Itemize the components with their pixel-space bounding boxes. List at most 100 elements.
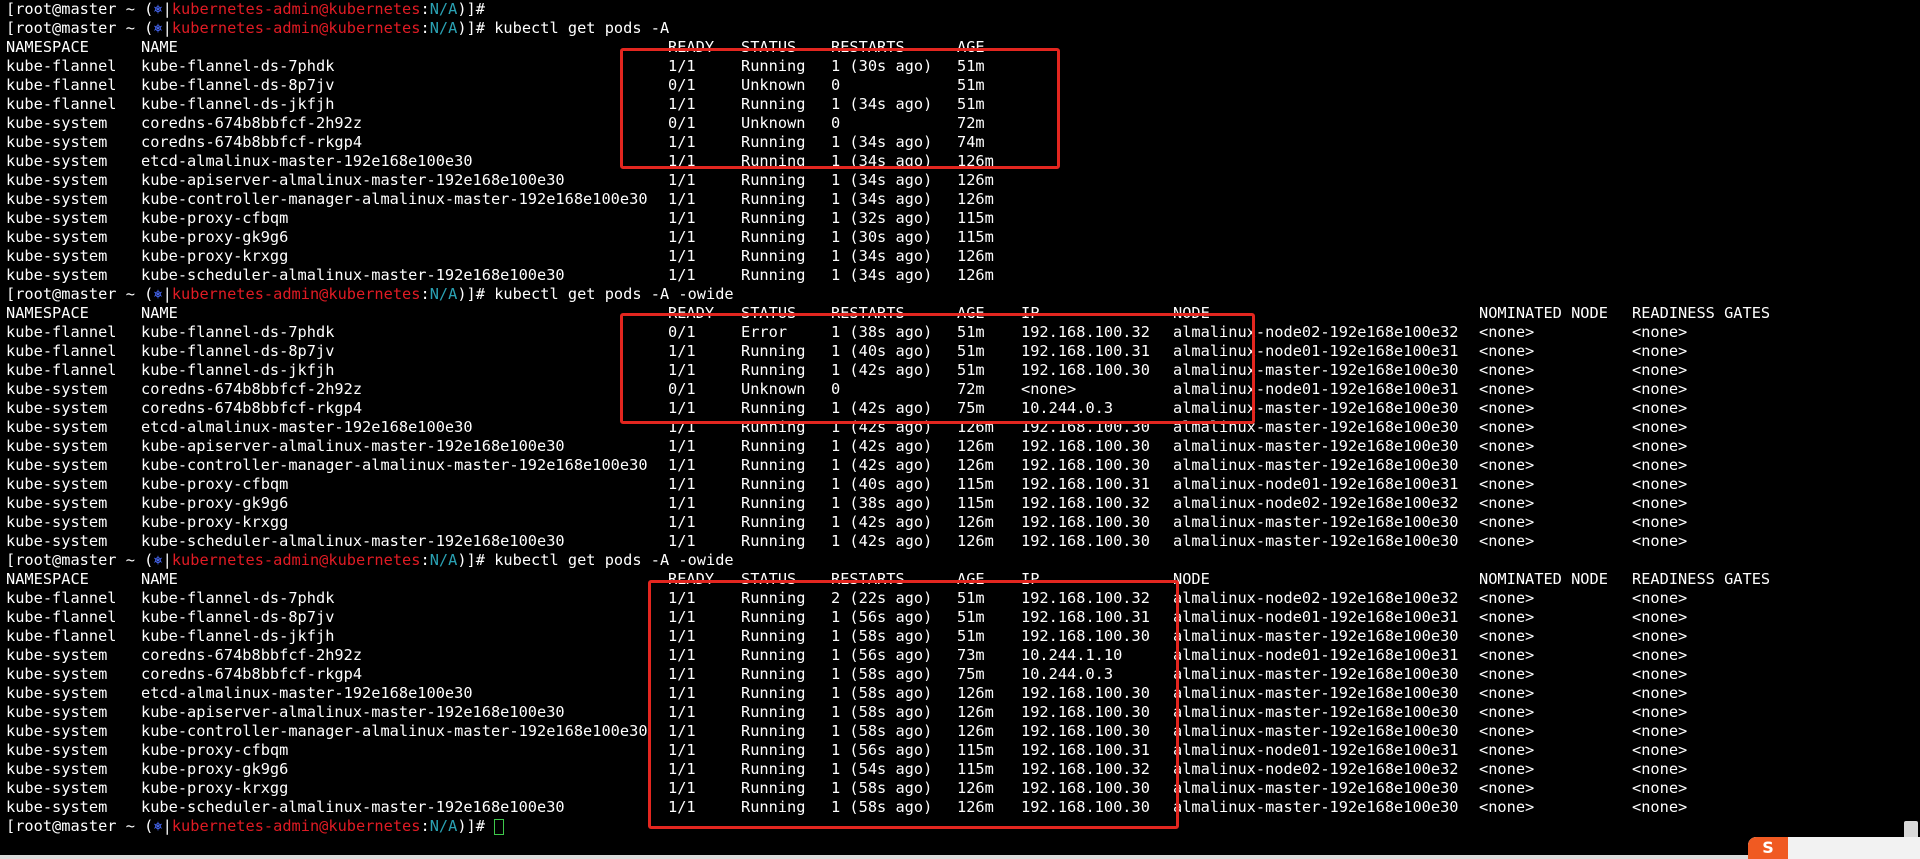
header-namespace: NAMESPACE	[6, 570, 89, 588]
cell-status: Running	[741, 513, 806, 531]
cell-name: kube-flannel-ds-jkfjh	[141, 95, 335, 113]
cell-name: etcd-almalinux-master-192e168e100e30	[141, 152, 473, 170]
cell-namespace: kube-system	[6, 399, 108, 417]
cell-ip: 192.168.100.31	[1021, 608, 1150, 626]
table-row: kube-system etcd-almalinux-master-192e168…	[6, 684, 1900, 703]
cell-status: Running	[741, 741, 806, 759]
cell-ready: 1/1	[668, 494, 696, 512]
cell-readiness-gates: <none>	[1632, 779, 1688, 797]
terminal-window[interactable]: [root@master ~ (⎈ | kubernetes-admin@kuber…	[0, 0, 1900, 859]
cell-ready: 1/1	[668, 475, 696, 493]
cell-name: kube-flannel-ds-8p7jv	[141, 342, 335, 360]
cell-readiness-gates: <none>	[1632, 627, 1688, 645]
cell-name: kube-scheduler-almalinux-master-192e168e…	[141, 532, 565, 550]
cell-readiness-gates: <none>	[1632, 513, 1688, 531]
sogou-ime-icon[interactable]: S	[1748, 837, 1788, 859]
prompt-user-host: [root@master ~	[6, 817, 145, 835]
cell-namespace: kube-system	[6, 532, 108, 550]
cell-node: almalinux-master-192e168e100e30	[1173, 665, 1459, 683]
table-row: kube-system kube-proxy-gk9g6 1/1 Running 1 (…	[6, 228, 1900, 247]
cell-status: Running	[741, 456, 806, 474]
vertical-scrollbar[interactable]	[1900, 0, 1920, 859]
cell-name: kube-proxy-gk9g6	[141, 228, 289, 246]
prompt-kube-context: kubernetes-admin@kubernetes	[171, 285, 421, 303]
cell-age: 51m	[957, 57, 985, 75]
cell-status: Running	[741, 228, 806, 246]
cell-ready: 1/1	[668, 57, 696, 75]
cell-nominated-node: <none>	[1479, 418, 1535, 436]
terminal-cursor[interactable]	[494, 818, 505, 835]
cell-restarts: 1 (38s ago)	[831, 323, 933, 341]
cell-status: Running	[741, 627, 806, 645]
prompt-user-host: [root@master ~	[6, 551, 145, 569]
cell-node: almalinux-node01-192e168e100e31	[1173, 741, 1459, 759]
cell-age: 126m	[957, 532, 994, 550]
cell-ready: 0/1	[668, 323, 696, 341]
cell-ip: 10.244.0.3	[1021, 665, 1114, 683]
header-nominated-node: NOMINATED NODE	[1479, 304, 1608, 322]
prompt-kube-namespace: N/A	[429, 551, 458, 569]
cell-node: almalinux-master-192e168e100e30	[1173, 532, 1459, 550]
table-row: kube-flannel kube-flannel-ds-7phdk 1/1 Runn…	[6, 57, 1900, 76]
cell-namespace: kube-system	[6, 266, 108, 284]
cell-age: 51m	[957, 342, 985, 360]
cell-nominated-node: <none>	[1479, 779, 1535, 797]
header-restarts: RESTARTS	[831, 304, 905, 322]
cell-age: 115m	[957, 741, 994, 759]
cell-status: Running	[741, 760, 806, 778]
cell-ready: 1/1	[668, 627, 696, 645]
prompt-kube-context: kubernetes-admin@kubernetes	[171, 19, 421, 37]
cell-name: kube-controller-manager-almalinux-master…	[141, 456, 648, 474]
table-row: kube-flannel kube-flannel-ds-7phdk 1/1 Runn…	[6, 589, 1900, 608]
cell-nominated-node: <none>	[1479, 608, 1535, 626]
prompt-kube-namespace: N/A	[429, 19, 458, 37]
cell-readiness-gates: <none>	[1632, 589, 1688, 607]
kubernetes-helm-icon: ⎈	[153, 285, 163, 303]
cell-age: 126m	[957, 247, 994, 265]
cell-node: almalinux-node02-192e168e100e32	[1173, 760, 1459, 778]
table-row: kube-system kube-proxy-krxgg 1/1 Running 1 (…	[6, 779, 1900, 798]
cell-status: Running	[741, 437, 806, 455]
cell-age: 126m	[957, 266, 994, 284]
cell-name: kube-flannel-ds-jkfjh	[141, 361, 335, 379]
cell-status: Running	[741, 798, 806, 816]
cell-namespace: kube-flannel	[6, 342, 117, 360]
cell-ready: 1/1	[668, 589, 696, 607]
cell-restarts: 1 (30s ago)	[831, 57, 933, 75]
cell-nominated-node: <none>	[1479, 494, 1535, 512]
cell-namespace: kube-system	[6, 513, 108, 531]
cell-readiness-gates: <none>	[1632, 684, 1688, 702]
cell-node: almalinux-master-192e168e100e30	[1173, 361, 1459, 379]
prompt-line: [root@master ~ (⎈ | kubernetes-admin@kuber…	[6, 19, 1900, 38]
prompt-separator: |	[162, 285, 172, 303]
cell-age: 51m	[957, 76, 985, 94]
cell-namespace: kube-system	[6, 684, 108, 702]
cell-ip: 192.168.100.31	[1021, 741, 1150, 759]
cell-restarts: 1 (34s ago)	[831, 171, 933, 189]
cell-ready: 1/1	[668, 437, 696, 455]
ime-toolbar[interactable]: S	[1748, 837, 1920, 859]
cell-name: kube-controller-manager-almalinux-master…	[141, 722, 648, 740]
cell-name: kube-flannel-ds-7phdk	[141, 323, 335, 341]
cell-name: kube-proxy-cfbqm	[141, 209, 289, 227]
cell-name: etcd-almalinux-master-192e168e100e30	[141, 684, 473, 702]
header-status: STATUS	[741, 304, 797, 322]
cell-readiness-gates: <none>	[1632, 722, 1688, 740]
cell-ip: 192.168.100.30	[1021, 418, 1150, 436]
header-status: STATUS	[741, 570, 797, 588]
prompt-open-paren: (	[144, 285, 154, 303]
cell-age: 51m	[957, 627, 985, 645]
cell-ip: 192.168.100.30	[1021, 722, 1150, 740]
cell-name: kube-proxy-krxgg	[141, 779, 289, 797]
prompt-line: [root@master ~ (⎈ | kubernetes-admin@kuber…	[6, 817, 1900, 836]
prompt-line: [root@master ~ (⎈ | kubernetes-admin@kuber…	[6, 551, 1900, 570]
cell-restarts: 1 (34s ago)	[831, 152, 933, 170]
cell-namespace: kube-system	[6, 779, 108, 797]
cell-age: 126m	[957, 437, 994, 455]
header-age: AGE	[957, 304, 985, 322]
cell-restarts: 1 (54s ago)	[831, 760, 933, 778]
cell-ready: 1/1	[668, 361, 696, 379]
table-row: kube-system kube-controller-manager-almal…	[6, 190, 1900, 209]
cell-ready: 1/1	[668, 779, 696, 797]
cell-namespace: kube-system	[6, 665, 108, 683]
